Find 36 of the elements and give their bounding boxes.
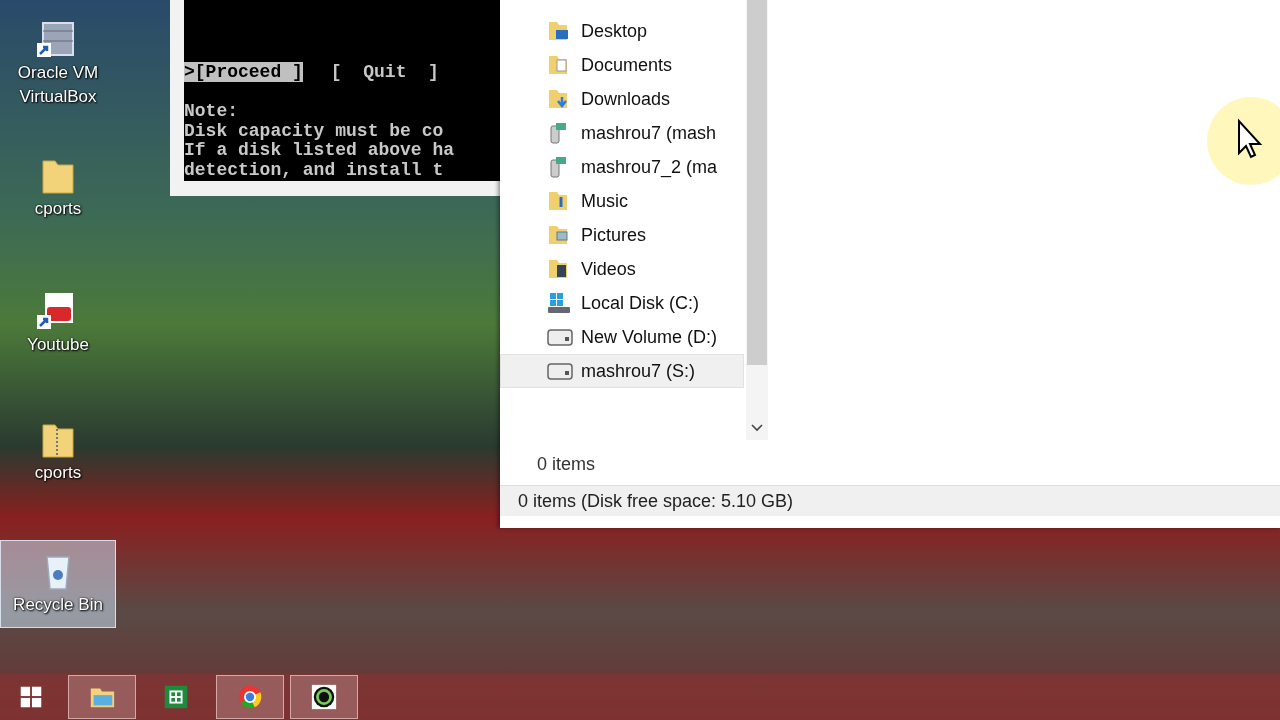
drive-icon bbox=[547, 326, 573, 348]
nav-item[interactable]: mashrou7 (S:) bbox=[500, 354, 744, 388]
console-text: Disk capacity must be co bbox=[184, 121, 445, 141]
desktop-icon[interactable]: cports bbox=[0, 408, 116, 508]
console-text: Note: bbox=[184, 102, 239, 122]
nav-item[interactable]: Local Disk (C:) bbox=[500, 286, 744, 320]
item-count: 0 items bbox=[537, 453, 596, 475]
system-drive-icon bbox=[547, 292, 573, 314]
nav-item[interactable]: Desktop bbox=[500, 14, 744, 48]
nav-item[interactable]: New Volume (D:) bbox=[500, 320, 744, 354]
nav-item[interactable]: Documents bbox=[500, 48, 744, 82]
status-text: 0 items (Disk free space: 5.10 GB) bbox=[518, 490, 794, 512]
nav-item[interactable]: Pictures bbox=[500, 218, 744, 252]
icon-label: Oracle VM VirtualBox bbox=[16, 62, 100, 108]
desktop-icon[interactable]: Oracle VM VirtualBox bbox=[0, 8, 116, 136]
console-option[interactable]: >[Proceed ] bbox=[184, 62, 303, 82]
chevron-down-icon[interactable] bbox=[751, 424, 763, 432]
icon-label: cports bbox=[34, 462, 82, 484]
console-text: If a disk listed above ha bbox=[184, 141, 456, 161]
nav-item[interactable]: mashrou7_2 (ma bbox=[500, 150, 744, 184]
scrollbar-thumb[interactable] bbox=[747, 0, 767, 365]
console-text: detection, and install t bbox=[184, 160, 445, 180]
nav-item[interactable]: mashrou7 (mash bbox=[500, 116, 744, 150]
nav-item[interactable]: Videos bbox=[500, 252, 744, 286]
drive-icon bbox=[547, 360, 573, 382]
browser-icon bbox=[236, 683, 264, 711]
nav-item[interactable]: Downloads bbox=[500, 82, 744, 116]
console-option[interactable]: [ Quit ] bbox=[330, 62, 439, 82]
icon-label: cports bbox=[34, 198, 82, 220]
taskbar-button[interactable] bbox=[290, 675, 358, 719]
nav-item[interactable]: Music bbox=[500, 184, 744, 218]
desktop-icon[interactable]: cports bbox=[0, 144, 116, 244]
icon-label: Youtube bbox=[27, 334, 89, 356]
scrollbar[interactable] bbox=[746, 0, 768, 440]
icon-label: Recycle Bin bbox=[13, 594, 103, 616]
desktop-icon[interactable]: Youtube bbox=[0, 280, 116, 400]
